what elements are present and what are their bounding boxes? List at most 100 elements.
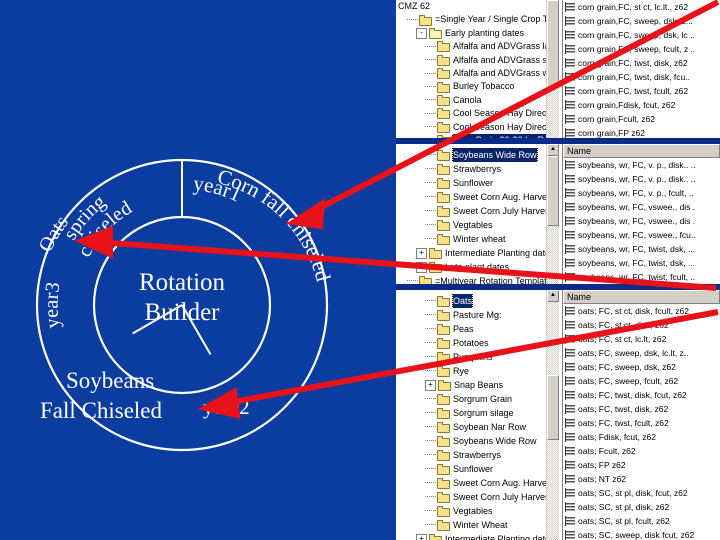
list-column-header-name[interactable]: Name bbox=[563, 144, 720, 158]
list-item-label: corn grain,FC, twst, disk, fcu.. bbox=[578, 72, 690, 82]
list-item[interactable]: corn grain,FC, sweep, fcult, z .. bbox=[563, 42, 720, 56]
tree-item[interactable]: Vegtables bbox=[396, 504, 559, 518]
list-item[interactable]: oats; FC, twst, disk, fcut, z62 bbox=[563, 388, 720, 402]
tree-item[interactable]: Soybean Nar Row bbox=[396, 420, 559, 434]
tree-item[interactable]: Alfalfa and ADVGrass spring direc. bbox=[396, 54, 559, 67]
record-icon bbox=[565, 58, 575, 68]
expand-icon[interactable]: + bbox=[425, 379, 436, 391]
list-item[interactable]: soybeans, wr, FC, twist, fcult, .. bbox=[563, 270, 720, 284]
tree-item-label: Snap Beans bbox=[454, 380, 504, 390]
list-item[interactable]: corn grain,FC, st ct, lc.lt., z62 bbox=[563, 0, 720, 14]
list-item[interactable]: oats; FC, sweep, fcult, z62 bbox=[563, 374, 720, 388]
list-item[interactable]: corn grain,FC, twst, disk, fcu.. bbox=[563, 70, 720, 84]
tree-scrollbar-top[interactable] bbox=[546, 0, 559, 138]
list-item[interactable]: soybeans, wr, FC, v. p., disk.. .. bbox=[563, 158, 720, 172]
tree-scrollbar-middle[interactable]: ▲ bbox=[546, 144, 559, 284]
tree-scrollbar-bottom[interactable]: ▲ bbox=[546, 290, 559, 540]
tree-item[interactable]: Oats bbox=[396, 294, 559, 308]
tree-item[interactable]: Sweet Corn Aug. Harvest bbox=[396, 476, 559, 490]
tree-item[interactable]: Winter wheat bbox=[396, 232, 559, 246]
list-item[interactable]: oats; FC, sweep, dsk, lc.lt, z.. bbox=[563, 346, 720, 360]
list-item[interactable]: soybeans, wr, FC, vswee., dis . bbox=[563, 214, 720, 228]
list-view-bottom[interactable]: Name oats; FC, st ct, disk, fcult, z62 oa… bbox=[562, 290, 720, 540]
list-item[interactable]: corn grain,FP z62 bbox=[563, 126, 720, 138]
list-item[interactable]: oats; FC, twst, fcult, z62 bbox=[563, 416, 720, 430]
scrollbar-thumb[interactable] bbox=[547, 0, 559, 88]
tree-item[interactable]: Peas bbox=[396, 322, 559, 336]
tree-item[interactable]: Potatoes bbox=[396, 336, 559, 350]
tree-item[interactable]: =Single Year / Single Crop Templates bbox=[396, 13, 559, 26]
tree-item[interactable]: + Intermediate Planting dates bbox=[396, 532, 559, 540]
tree-item[interactable]: Cool Season Hay Direct Seed Late bbox=[396, 107, 559, 120]
tree-item[interactable]: Vegtables bbox=[396, 218, 559, 232]
list-item[interactable]: soybeans, wr, FC, twist, dsk, ... bbox=[563, 242, 720, 256]
list-item[interactable]: corn grain,Fdisk, fcut, z62 bbox=[563, 98, 720, 112]
tree-item[interactable]: Sorgrum silage bbox=[396, 406, 559, 420]
list-item[interactable]: soybeans, wr, FC, v. p., disk.. .. bbox=[563, 172, 720, 186]
list-item[interactable]: corn grain,FC, twst, disk, z62 bbox=[563, 56, 720, 70]
list-item[interactable]: oats; Fdisk, fcut, z62 bbox=[563, 430, 720, 444]
list-item[interactable]: oats; FP z62 bbox=[563, 458, 720, 472]
tree-item[interactable]: Pumpkins bbox=[396, 350, 559, 364]
list-item[interactable]: corn grain,FC, sweep, dsk, z... bbox=[563, 14, 720, 28]
list-item[interactable]: oats; SC, st pl, disk, z62 bbox=[563, 500, 720, 514]
tree-item[interactable]: Sweet Corn Aug. Harvest bbox=[396, 190, 559, 204]
tree-item[interactable]: Pasture Mg: bbox=[396, 308, 559, 322]
expand-icon[interactable]: + bbox=[416, 261, 427, 273]
list-item[interactable]: soybeans, wr, FC, twist, dsk, ... bbox=[563, 256, 720, 270]
tree-item[interactable]: Cool Season Hay Direct Seed Spr bbox=[396, 121, 559, 134]
list-item[interactable]: corn grain,Fcult, z62 bbox=[563, 112, 720, 126]
tree-item[interactable]: + Intermediate Planting dates bbox=[396, 246, 559, 260]
expand-icon[interactable]: + bbox=[416, 533, 427, 540]
list-item[interactable]: corn grain,FC, twst, fcult, z62 bbox=[563, 84, 720, 98]
tree-item[interactable]: Strawberrys bbox=[396, 162, 559, 176]
list-view-middle[interactable]: Name soybeans, wr, FC, v. p., disk.. .. s… bbox=[562, 144, 720, 284]
tree-item[interactable]: Sweet Corn July Harvest bbox=[396, 490, 559, 504]
tree-item[interactable]: Sunflower bbox=[396, 462, 559, 476]
tree-item[interactable]: Sweet Corn July Harvest bbox=[396, 204, 559, 218]
tree-item[interactable]: CMZ 62 bbox=[396, 0, 559, 13]
list-item[interactable]: oats; FC, st ct, disk, fcult, z62 bbox=[563, 304, 720, 318]
tree-item[interactable]: Soybeans Wide Row bbox=[396, 148, 559, 162]
list-item[interactable]: oats; FC, st ct, disk, z62 bbox=[563, 318, 720, 332]
list-item[interactable]: oats; SC, sweep, disk fcut, z62 bbox=[563, 528, 720, 540]
collapse-icon[interactable]: - bbox=[416, 27, 427, 39]
tree-item[interactable]: + Snap Beans bbox=[396, 378, 559, 392]
tree-item[interactable]: Strawberrys bbox=[396, 448, 559, 462]
tree-item[interactable]: Burley Tobacco bbox=[396, 80, 559, 93]
list-item[interactable]: soybeans, wr, FC, v. p., fcult, .. bbox=[563, 186, 720, 200]
scrollbar-thumb[interactable] bbox=[547, 156, 559, 226]
tree-item[interactable]: Winter Wheat bbox=[396, 518, 559, 532]
list-item[interactable]: oats; FC, sweep, dsk, z62 bbox=[563, 360, 720, 374]
list-item[interactable]: corn grain,FC, sweep, dsk, lc .. bbox=[563, 28, 720, 42]
list-view-top[interactable]: corn grain,FC, st ct, lc.lt., z62 corn gr… bbox=[562, 0, 720, 138]
tree-view-middle[interactable]: Soybeans Wide Row Strawberrys Sunflower Swe… bbox=[396, 144, 559, 284]
list-item[interactable]: oats; NT z62 bbox=[563, 472, 720, 486]
tree-item[interactable]: + Late plant dates bbox=[396, 260, 559, 274]
tree-item[interactable]: Alfalfa and ADVGrass late summer bbox=[396, 40, 559, 53]
expand-icon[interactable]: + bbox=[416, 247, 427, 259]
tree-view-bottom[interactable]: Oats Pasture Mg: Peas Potatoes Pumpkins Rye + S… bbox=[396, 290, 559, 540]
tree-item[interactable]: Canola bbox=[396, 94, 559, 107]
list-item[interactable]: oats; SC, st pl, disk, fcut, z62 bbox=[563, 486, 720, 500]
scroll-up-button[interactable]: ▲ bbox=[547, 144, 559, 156]
tree-view-top[interactable]: CMZ 62 =Single Year / Single Crop Templat… bbox=[396, 0, 559, 138]
list-item[interactable]: oats; Fcult, z62 bbox=[563, 444, 720, 458]
list-item-label: oats; FC, st ct, disk, z62 bbox=[578, 320, 669, 330]
tree-item[interactable]: - Early planting dates bbox=[396, 27, 559, 40]
list-item-label: oats; Fdisk, fcut, z62 bbox=[578, 432, 656, 442]
tree-item[interactable]: Alfalfa and ADVGrass w/oats nurse bbox=[396, 67, 559, 80]
tree-item[interactable]: =Multiyear Rotation Templates bbox=[396, 274, 559, 284]
list-item[interactable]: soybeans, wr, FC, vswee., fcu.. bbox=[563, 228, 720, 242]
scroll-up-button[interactable]: ▲ bbox=[547, 290, 559, 302]
list-column-header-name[interactable]: Name bbox=[563, 290, 720, 304]
tree-item[interactable]: Rye bbox=[396, 364, 559, 378]
list-item[interactable]: soybeans, wr, FC, vswee., dis . bbox=[563, 200, 720, 214]
tree-item[interactable]: Sorgrum Grain bbox=[396, 392, 559, 406]
tree-item[interactable]: Sunflower bbox=[396, 176, 559, 190]
list-item[interactable]: oats; FC, twst, disk, z62 bbox=[563, 402, 720, 416]
scrollbar-thumb[interactable] bbox=[547, 375, 559, 440]
tree-item[interactable]: Soybeans Wide Row bbox=[396, 434, 559, 448]
list-item[interactable]: oats; SC, st pl, fcult, z62 bbox=[563, 514, 720, 528]
list-item[interactable]: oats; FC, st ct, lc.lt, z62 bbox=[563, 332, 720, 346]
